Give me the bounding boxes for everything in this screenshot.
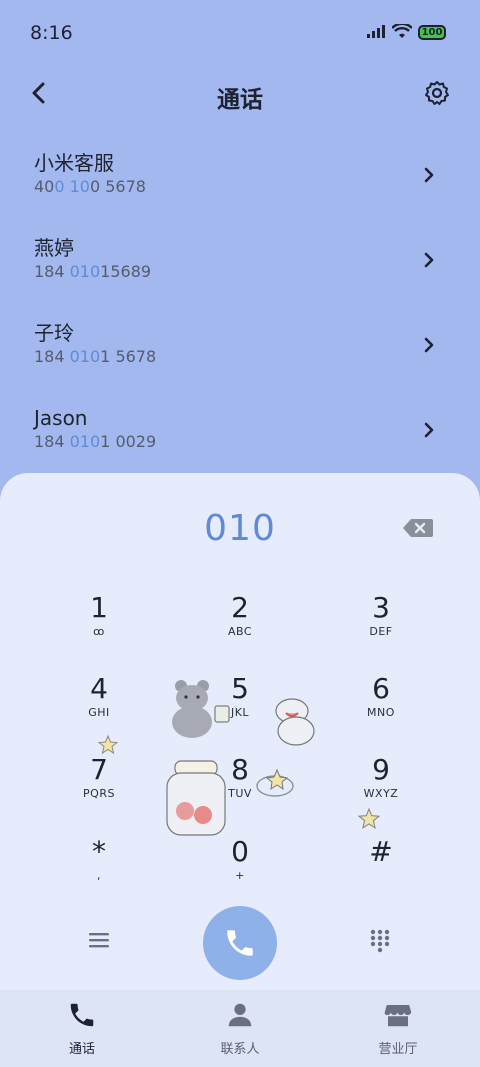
list-item[interactable]: Jason 184 0101 0029 — [0, 393, 480, 478]
list-item[interactable]: 燕婷 184 01015689 — [0, 223, 480, 308]
tab-label: 联系人 — [220, 1042, 260, 1057]
menu-icon[interactable] — [88, 931, 110, 949]
key-4[interactable]: 4 GHI — [39, 672, 159, 742]
contact-number: 184 01015689 — [34, 262, 152, 281]
store-icon — [384, 1005, 412, 1027]
voicemail-icon: ꝏ — [93, 625, 105, 638]
call-list: 小米客服 400 100 5678 燕婷 184 01015689 子玲 184… — [0, 138, 480, 478]
key-0[interactable]: 0 + — [180, 835, 300, 905]
contact-number: 400 100 5678 — [34, 177, 146, 196]
phone-icon — [227, 930, 253, 956]
person-icon — [228, 1003, 252, 1027]
chevron-right-icon — [424, 252, 434, 268]
chevron-right-icon — [424, 422, 434, 438]
status-bar: 8:16 100 — [0, 0, 480, 66]
list-item[interactable]: 子玲 184 0101 5678 — [0, 308, 480, 393]
key-8[interactable]: 8 TUV — [180, 753, 300, 823]
contact-name: 燕婷 — [34, 236, 74, 260]
contact-name: Jason — [34, 406, 88, 430]
signal-icon — [367, 25, 385, 38]
call-button[interactable] — [203, 906, 277, 980]
key-hash[interactable]: # — [321, 835, 441, 905]
tab-store[interactable]: 营业厅 — [338, 1000, 458, 1057]
key-1[interactable]: 1ꝏ — [39, 591, 159, 661]
contact-name: 小米客服 — [34, 151, 114, 175]
tab-calls[interactable]: 通话 — [22, 1000, 142, 1057]
contact-name: 子玲 — [34, 321, 74, 345]
key-7[interactable]: 7 PQRS — [39, 753, 159, 823]
tab-contacts[interactable]: 联系人 — [180, 1000, 300, 1057]
chevron-right-icon — [424, 167, 434, 183]
key-9[interactable]: 9 WXYZ — [321, 753, 441, 823]
battery-icon: 100 — [418, 24, 446, 40]
header: 通话 — [0, 66, 480, 122]
bottom-tab-bar: 通话 联系人 营业厅 — [0, 990, 480, 1067]
key-2[interactable]: 2 ABC — [180, 591, 300, 661]
status-icons: 100 — [366, 24, 446, 40]
dialpad-icon[interactable] — [370, 929, 390, 953]
key-3[interactable]: 3 DEF — [321, 591, 441, 661]
key-6[interactable]: 6 MNO — [321, 672, 441, 742]
contact-number: 184 0101 0029 — [34, 432, 157, 451]
backspace-icon[interactable] — [402, 517, 434, 539]
key-star[interactable]: *, — [39, 835, 159, 905]
dialer-panel: 010 1ꝏ 2 ABC 3 DEF 4 GHI 5 JKL 6 MNO 7 PQRS 8T… — [0, 473, 480, 1067]
wifi-icon — [392, 24, 412, 38]
list-item[interactable]: 小米客服 400 100 5678 — [0, 138, 480, 223]
tab-label: 营业厅 — [378, 1042, 418, 1057]
page-title: 通话 — [217, 87, 263, 113]
chevron-right-icon — [424, 337, 434, 353]
key-5[interactable]: 5 JKL — [180, 672, 300, 742]
phone-icon — [70, 1003, 94, 1027]
tab-label: 通话 — [68, 1042, 95, 1057]
status-time: 8:16 — [30, 22, 73, 44]
gear-icon[interactable] — [424, 80, 450, 106]
contact-number: 184 0101 5678 — [34, 347, 157, 366]
